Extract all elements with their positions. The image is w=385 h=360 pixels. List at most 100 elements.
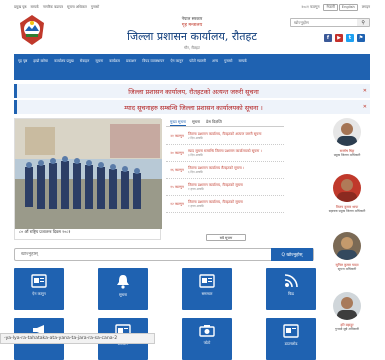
notice-tabs: मुख्य सूचना सूचना प्रेस विज्ञप्ति xyxy=(166,118,284,127)
official-role: सहायक प्रमुख जिल्ला अधिकारी xyxy=(328,209,366,213)
tile-label: फिड xyxy=(288,291,294,296)
topbar-date: २०८१ फाल्गुन xyxy=(301,5,320,9)
news-meta: १ हप्ता अगाडि xyxy=(188,204,204,208)
notice-banner-1[interactable]: जिल्ला प्रशासन कार्यालय, रौतहटको अत्यन्त… xyxy=(14,84,370,98)
nav-item-acts[interactable]: ऐन कानुन xyxy=(170,59,183,63)
tile-acts[interactable]: ऐन कानुन xyxy=(14,268,64,310)
notice-text-1[interactable]: जिल्ला प्रशासन कार्यालय, रौतहटको अत्यन्त… xyxy=(128,87,259,96)
news-date: १६ फाल्गुन xyxy=(170,168,184,172)
topbar-link-rti[interactable]: सूचना अधिकार xyxy=(67,5,87,10)
nav-item-services[interactable]: सेवाहरु xyxy=(80,59,89,63)
main-nav: गृह पृष्ठ हाम्रो बारेमा कार्यालय प्रमुख … xyxy=(14,54,370,80)
parade-photo xyxy=(15,119,162,229)
topbar-link-contact[interactable]: सम्पर्क xyxy=(30,5,38,10)
header-location: गौर, रौतहट xyxy=(184,45,200,50)
tab-notice[interactable]: सूचना xyxy=(192,119,200,125)
status-url: -ya-lya-ra-tahataka-ata-yana-ta-jara-ra-… xyxy=(0,333,155,344)
tile-label: सूचना xyxy=(118,292,128,297)
news-date: २० फाल्गुन xyxy=(170,151,184,155)
facebook-icon[interactable]: f xyxy=(324,34,332,42)
header-search-input[interactable] xyxy=(291,19,358,26)
content-search-input[interactable] xyxy=(15,252,271,257)
official-card[interactable]: सन्तोष थिङ्ग प्रमुख जिल्ला अधिकारी xyxy=(318,118,376,157)
nav-item-gallery[interactable]: फोटो ग्यालरी xyxy=(189,59,205,63)
language-switcher: नेपाली English xyxy=(323,4,358,11)
tile-label: ऐन कानुन xyxy=(32,291,46,296)
newspaper-icon xyxy=(182,274,232,288)
all-notices-button[interactable]: सबै सूचना xyxy=(206,234,246,241)
site-header: नेपाल सरकार गृह मन्त्रालय जिल्ला प्रशासन… xyxy=(14,12,370,54)
tile-news[interactable]: समाचार xyxy=(182,268,232,310)
featured-photo[interactable]: ८० औं राष्ट्रिय प्रजातन्त्र दिवस २०८१ xyxy=(14,118,162,240)
tile-download[interactable]: डाउनलोड xyxy=(266,318,316,360)
official-role: सूचना अधिकारी xyxy=(337,267,357,271)
login-link[interactable]: लगइन xyxy=(362,5,370,10)
close-icon[interactable]: ✕ xyxy=(363,88,367,94)
nav-item-about[interactable]: हाम्रो बारेमा xyxy=(33,59,48,63)
social-links: f ▶ t ⚑ xyxy=(324,34,365,42)
official-card[interactable]: सुनिल कुमार यादव सूचना अधिकारी xyxy=(318,232,376,271)
content-search-button[interactable]: Q खोज्नुहोस् xyxy=(271,248,313,261)
tile-label: फोटो xyxy=(203,340,211,345)
topbar-link-home[interactable]: प्रमुख पृष्ठ xyxy=(14,5,26,10)
nav-item-chief[interactable]: कार्यालय प्रमुख xyxy=(54,59,74,63)
news-meta: १ हप्ता अगाडि xyxy=(188,187,204,191)
news-list: २१ फाल्गुन जिल्ला प्रशासन कार्यालय, रौतह… xyxy=(166,128,284,213)
rss-icon xyxy=(266,274,316,288)
nav-item-others[interactable]: अन्य xyxy=(212,59,218,63)
tile-label: समाचार xyxy=(201,291,213,296)
twitter-icon[interactable]: t xyxy=(346,34,354,42)
list-item[interactable]: १२ फाल्गुन जिल्ला प्रशासन कार्यालय, रौतह… xyxy=(166,196,284,213)
avatar[interactable] xyxy=(333,118,361,146)
official-role: गुनासो सुन्ने अधिकारी xyxy=(335,327,359,331)
nav-item-publications[interactable]: प्रकाशन xyxy=(126,59,136,63)
youtube-icon[interactable]: ▶ xyxy=(335,34,343,42)
nav-item-programs[interactable]: कार्यक्रम xyxy=(109,59,120,63)
news-date: १२ फाल्गुन xyxy=(170,202,184,206)
search-icon[interactable]: ⚲ xyxy=(357,19,369,26)
news-meta: २ दिन अगाडि xyxy=(188,136,203,140)
notice-banner-2[interactable]: म्याद सूचनाहरु सम्बन्धि जिल्ला प्रशासन क… xyxy=(14,100,370,114)
photo-caption: ८० औं राष्ट्रिय प्रजातन्त्र दिवस २०८१ xyxy=(19,229,71,234)
page-title[interactable]: जिल्ला प्रशासन कार्यालय, रौतहट xyxy=(14,29,370,44)
official-card[interactable]: विजय कुमार थापा सहायक प्रमुख जिल्ला अधिक… xyxy=(318,174,376,213)
news-meta: ३ दिन अगाडि xyxy=(188,153,203,157)
news-date: १५ फाल्गुन xyxy=(170,185,184,189)
avatar[interactable] xyxy=(333,232,361,260)
nav-item-grievance[interactable]: गुनासो xyxy=(224,59,232,63)
news-meta: ६ दिन अगाडि xyxy=(188,170,203,174)
nav-item-disaster[interactable]: विपद व्यवस्थापन xyxy=(142,59,164,63)
news-date: २१ फाल्गुन xyxy=(170,134,184,138)
lang-english[interactable]: English xyxy=(338,4,358,11)
content-search: Q खोज्नुहोस् xyxy=(14,248,314,261)
header-search: ⚲ xyxy=(290,18,370,27)
tile-feed[interactable]: फिड xyxy=(266,268,316,310)
tab-main-notice[interactable]: मुख्य सूचना xyxy=(170,119,186,126)
nav-item-notices[interactable]: सूचना xyxy=(95,59,103,63)
document-icon xyxy=(266,324,316,338)
notice-text-2[interactable]: म्याद सूचनाहरु सम्बन्धि जिल्ला प्रशासन क… xyxy=(124,103,263,112)
document-icon xyxy=(14,274,64,288)
nav-item-home[interactable]: गृह पृष्ठ xyxy=(18,59,27,63)
lang-nepali[interactable]: नेपाली xyxy=(323,4,338,11)
official-role: प्रमुख जिल्ला अधिकारी xyxy=(333,153,361,157)
tile-label: डाउनलोड xyxy=(284,341,298,346)
tile-notice[interactable]: सूचना xyxy=(98,268,148,310)
location-icon[interactable]: ⚑ xyxy=(357,34,365,42)
official-card[interactable]: हरि बहादुर गुनासो सुन्ने अधिकारी xyxy=(318,292,376,331)
avatar[interactable] xyxy=(333,174,361,202)
list-item[interactable]: १६ फाल्गुन जिल्ला प्रशासन कार्यालय रौतहट… xyxy=(166,162,284,179)
list-item[interactable]: २० फाल्गुन म्याद सूचना सम्बन्धि जिल्ला प… xyxy=(166,145,284,162)
nav-item-contact[interactable]: सम्पर्क xyxy=(239,59,247,63)
tile-photo[interactable]: फोटो xyxy=(182,318,232,360)
topbar-link-grievance[interactable]: गुनासो xyxy=(91,5,99,10)
topbar-link-charter[interactable]: नागरिक बडापत्र xyxy=(43,5,63,10)
tab-press-release[interactable]: प्रेस विज्ञप्ति xyxy=(206,119,222,125)
list-item[interactable]: १५ फाल्गुन जिल्ला प्रशासन कार्यालय, रौतह… xyxy=(166,179,284,196)
list-item[interactable]: २१ फाल्गुन जिल्ला प्रशासन कार्यालय, रौतह… xyxy=(166,128,284,145)
camera-icon xyxy=(182,324,232,337)
avatar[interactable] xyxy=(333,292,361,320)
bell-icon xyxy=(98,274,148,289)
top-utility-bar: प्रमुख पृष्ठ सम्पर्क नागरिक बडापत्र सूचन… xyxy=(14,3,370,12)
close-icon[interactable]: ✕ xyxy=(363,104,367,110)
